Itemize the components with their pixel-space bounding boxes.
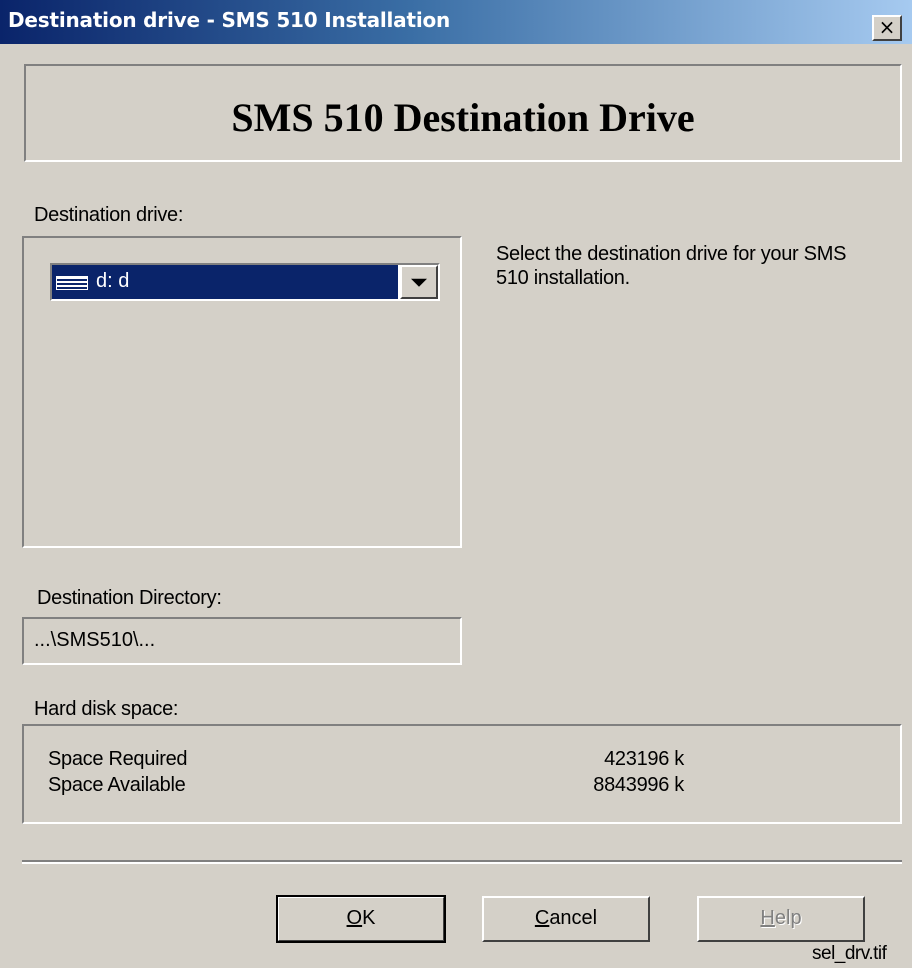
close-button[interactable]: × (872, 15, 902, 41)
destination-directory-value: ...\SMS510\... (34, 629, 156, 651)
title-bar[interactable]: Destination drive - SMS 510 Installation… (0, 0, 912, 44)
cancel-label-rest: ancel (549, 907, 598, 929)
window-title: Destination drive - SMS 510 Installation (8, 8, 451, 32)
cancel-mnemonic: C (534, 907, 550, 929)
space-available-value: 8843996 k (593, 774, 684, 796)
destination-directory-label: Destination Directory: (37, 587, 222, 609)
space-available-row: Space Available 8843996 k (24, 774, 900, 800)
space-required-row: Space Required 423196 k (24, 748, 900, 774)
banner-heading: SMS 510 Destination Drive (231, 95, 695, 140)
image-caption: sel_drv.tif (812, 943, 887, 964)
ok-label-rest: K (362, 907, 376, 929)
chevron-down-icon (411, 278, 427, 287)
disk-space-box: Space Required 423196 k Space Available … (22, 724, 902, 824)
help-label-rest: elp (774, 907, 802, 929)
ok-button[interactable]: OK (276, 895, 446, 943)
separator-line (22, 860, 902, 864)
hard-disk-space-label: Hard disk space: (34, 698, 179, 720)
space-required-label: Space Required (48, 748, 188, 770)
drive-dropdown-selected[interactable]: d: d (52, 265, 398, 299)
close-icon: × (878, 15, 896, 39)
drive-icon (56, 276, 88, 290)
drive-dropdown-value: d: d (96, 270, 130, 292)
space-available-label: Space Available (48, 774, 186, 796)
space-required-value: 423196 k (604, 748, 684, 770)
cancel-button[interactable]: Cancel (482, 896, 650, 942)
help-button[interactable]: Help (697, 896, 865, 942)
instructions-text: Select the destination drive for your SM… (496, 243, 847, 289)
drive-dropdown[interactable]: d: d (50, 263, 440, 301)
ok-mnemonic: O (346, 907, 363, 929)
destination-drive-label: Destination drive: (34, 204, 184, 226)
destination-directory-field: ...\SMS510\... (22, 617, 462, 665)
installation-dialog: Destination drive - SMS 510 Installation… (0, 0, 912, 968)
help-mnemonic: H (760, 907, 775, 929)
header-banner: SMS 510 Destination Drive (24, 64, 902, 162)
dropdown-arrow-button[interactable] (400, 265, 438, 299)
